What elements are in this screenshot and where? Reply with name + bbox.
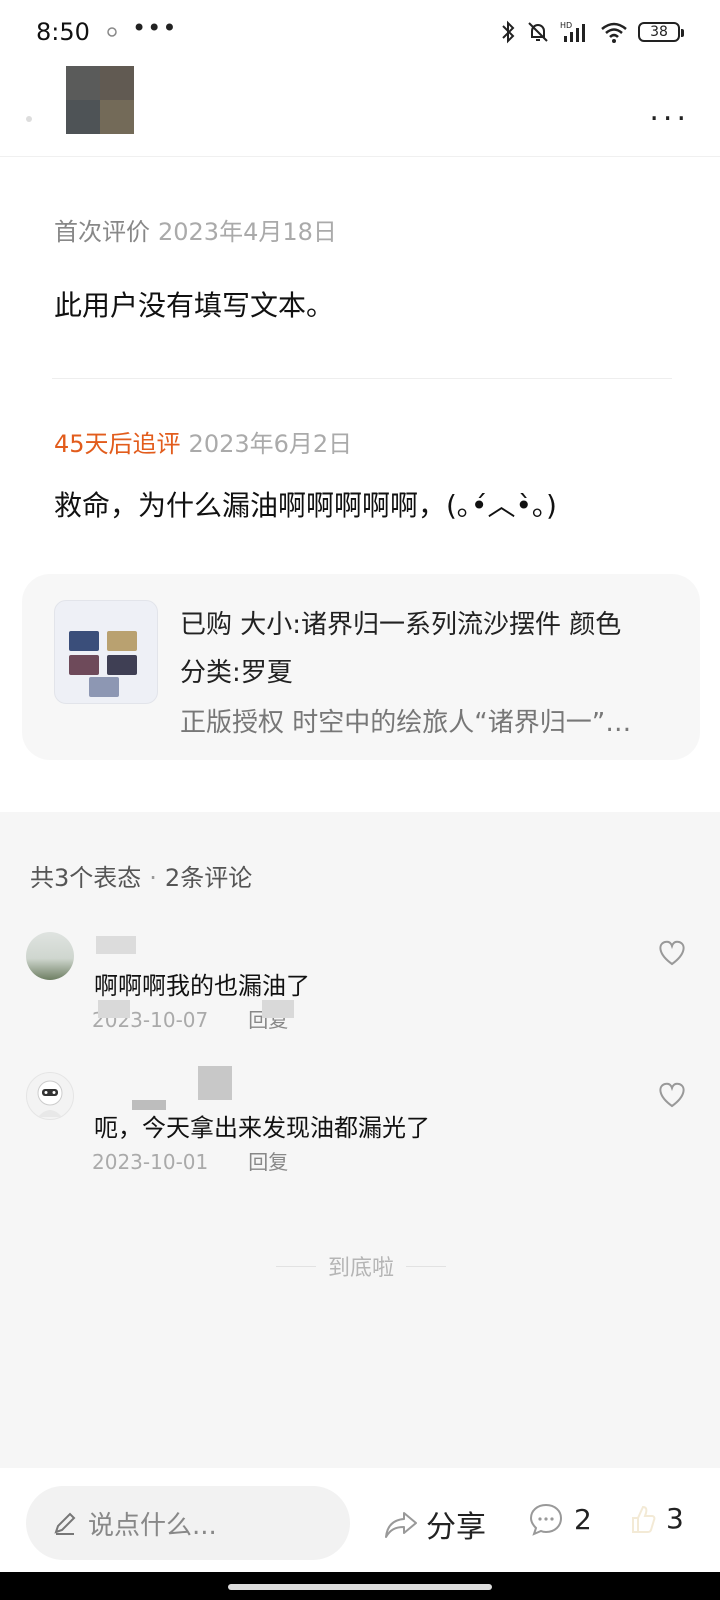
share-label: 分享 <box>426 1510 486 1545</box>
product-title: 正版授权 时空中的绘旅人“诸界归一”… <box>180 708 632 738</box>
like-button[interactable]: 3 <box>630 1502 684 1535</box>
signal-icon: HD <box>560 21 585 42</box>
status-more-icon: ••• <box>132 14 178 42</box>
summary-separator: · <box>149 864 157 892</box>
comment-count-button[interactable]: 2 <box>528 1502 592 1536</box>
pen-icon <box>54 1512 76 1535</box>
wifi-icon <box>601 22 627 43</box>
comment-meta: 2023-10-01 回复 <box>92 1146 288 1175</box>
first-review-text: 此用户没有填写文本。 <box>54 289 335 322</box>
followup-date: 2023年6月2日 <box>188 430 353 458</box>
comment-input[interactable]: 说点什么... <box>26 1486 350 1560</box>
status-bar: 8:50 ••• HD 38 <box>0 0 720 64</box>
product-spec-line1: 已购 大小:诸界归一系列流沙摆件 颜色 <box>180 610 622 640</box>
robot-avatar-icon <box>37 1080 63 1117</box>
comment-date: 2023-10-01 <box>92 1150 209 1174</box>
thumbs-up-icon <box>632 1505 656 1533</box>
share-button[interactable]: 分享 <box>384 1502 486 1546</box>
status-time: 8:50 <box>36 18 90 46</box>
comment-input-placeholder: 说点什么... <box>88 1510 217 1541</box>
comment-text: 啊啊啊我的也漏油了 <box>94 972 310 1000</box>
battery-icon: 38 <box>638 22 684 42</box>
reviewer-avatar[interactable] <box>66 66 134 134</box>
product-thumbnail[interactable] <box>54 600 158 704</box>
followup-tag: 45天后追评 <box>54 430 181 458</box>
redaction-block <box>98 1000 130 1018</box>
end-line-left <box>276 1265 316 1267</box>
comments-count: 2条评论 <box>164 864 253 892</box>
back-icon[interactable] <box>26 116 32 122</box>
heart-icon[interactable] <box>656 1080 688 1108</box>
commenter-avatar[interactable] <box>26 1072 74 1120</box>
followup-review-header: 45天后追评 2023年6月2日 <box>54 424 352 459</box>
notification-icon <box>107 27 117 37</box>
heart-icon[interactable] <box>656 938 688 966</box>
mute-bell-icon <box>528 22 548 42</box>
comment-text: 呃，今天拿出来发现油都漏光了 <box>94 1114 430 1142</box>
share-icon <box>385 1512 417 1538</box>
reactions-count: 共3个表态 <box>30 864 142 892</box>
status-icons: HD 38 <box>500 18 684 46</box>
divider <box>52 378 672 379</box>
like-count: 3 <box>666 1502 684 1535</box>
comments-summary: 共3个表态 · 2条评论 <box>30 858 252 893</box>
home-indicator[interactable] <box>228 1584 492 1590</box>
reply-button[interactable]: 回复 <box>248 1150 288 1174</box>
commenter-avatar[interactable] <box>26 932 74 980</box>
product-spec-line2: 分类:罗夏 <box>180 658 293 688</box>
commenter-name[interactable] <box>198 1066 232 1100</box>
svg-text:HD: HD <box>560 21 572 30</box>
battery-level: 38 <box>650 24 668 40</box>
commenter-name[interactable] <box>96 936 136 954</box>
more-options-button[interactable]: ... <box>649 96 690 126</box>
bluetooth-icon <box>502 20 515 44</box>
redaction-block <box>262 1000 294 1018</box>
first-review-date: 2023年4月18日 <box>158 218 337 246</box>
comment-bubble-icon <box>529 1503 563 1536</box>
followup-review-text: 救命，为什么漏油啊啊啊啊啊，(｡•́︿•̀｡) <box>54 489 557 522</box>
end-line-right <box>406 1265 447 1267</box>
comment-count: 2 <box>574 1502 592 1536</box>
end-of-list: 到底啦 <box>276 1250 447 1282</box>
first-review-label: 首次评价 <box>54 218 150 246</box>
first-review-header: 首次评价 2023年4月18日 <box>54 212 337 247</box>
end-text: 到底啦 <box>328 1256 395 1281</box>
